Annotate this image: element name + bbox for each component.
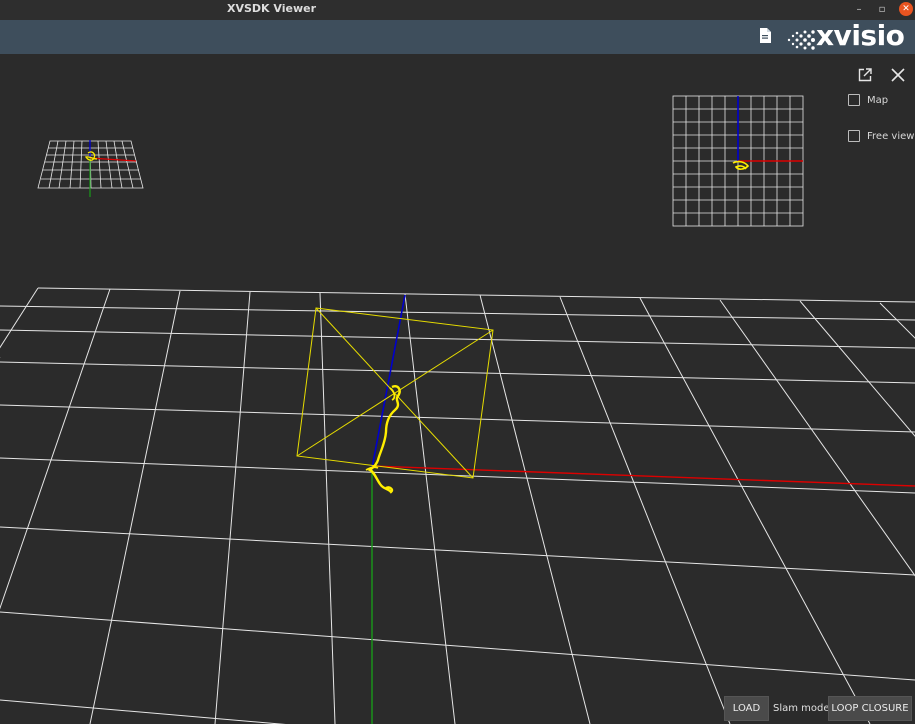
free-view-checkbox-label: Free view xyxy=(867,130,915,142)
close-window-button[interactable]: ✕ xyxy=(899,2,913,16)
minimize-button[interactable]: – xyxy=(851,2,867,18)
header-bar xyxy=(0,20,915,54)
3d-viewport[interactable]: Map Free view xyxy=(0,54,915,724)
mini-perspective-view xyxy=(37,140,144,197)
mini-top-view xyxy=(672,95,804,227)
load-button[interactable]: LOAD xyxy=(724,696,769,721)
window-title: XVSDK Viewer xyxy=(227,2,316,15)
logo-dots-icon xyxy=(787,30,815,50)
maximize-button[interactable]: ▫ xyxy=(874,2,890,18)
xvisio-logo: xvisio xyxy=(786,21,915,54)
close-icon[interactable] xyxy=(891,67,905,86)
logo-text: xvisio xyxy=(816,21,905,52)
map-checkbox[interactable]: Map xyxy=(848,94,888,106)
free-view-checkbox[interactable]: Free view xyxy=(848,130,914,142)
open-in-new-icon[interactable] xyxy=(858,67,872,86)
map-checkbox-box[interactable] xyxy=(848,94,860,106)
loop-closure-button[interactable]: LOOP CLOSURE xyxy=(828,696,912,721)
map-checkbox-label: Map xyxy=(867,94,889,106)
camera-frustum xyxy=(296,307,494,479)
slam-mode-label: Slam mode xyxy=(773,703,830,714)
document-icon[interactable] xyxy=(759,28,771,47)
title-bar: XVSDK Viewer – ▫ ✕ xyxy=(0,0,915,20)
z-axis xyxy=(371,294,406,469)
free-view-checkbox-box[interactable] xyxy=(848,130,860,142)
